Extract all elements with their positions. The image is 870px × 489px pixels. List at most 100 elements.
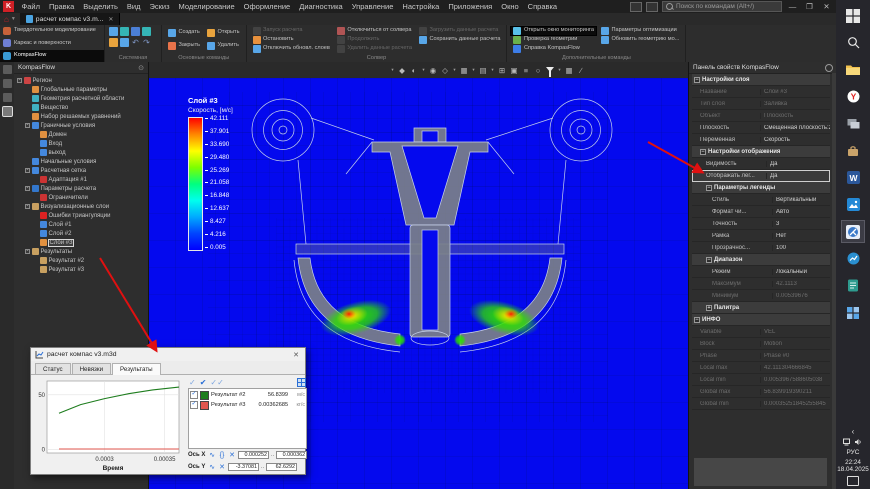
capture-dropdown[interactable]: ▾: [490, 65, 495, 76]
tree-item[interactable]: Слой #2: [14, 229, 148, 238]
tree-item[interactable]: -Регион: [14, 76, 148, 85]
property-row[interactable]: Global max56.839919390211: [692, 386, 830, 398]
ribbon-icon-open-document[interactable]: [120, 27, 129, 36]
ribbon-icon-new-document[interactable]: [109, 27, 118, 36]
taskbar-icon-kompas[interactable]: [841, 220, 865, 243]
menu-item[interactable]: Правка: [44, 2, 78, 11]
taskbar-icon-bag-app[interactable]: [841, 139, 865, 162]
property-section[interactable]: +Палитра: [692, 302, 830, 314]
close-button[interactable]: ✕: [820, 2, 833, 11]
property-value[interactable]: Да: [766, 173, 830, 179]
ribbon-icon-undo[interactable]: ↶: [131, 38, 140, 47]
document-tab[interactable]: расчет компас v3.m... ✕: [20, 13, 121, 25]
gear-icon[interactable]: [825, 64, 833, 72]
property-row[interactable]: Точность3: [692, 218, 830, 230]
tree-expander-icon[interactable]: -: [25, 123, 30, 128]
axis-x-fit-icon[interactable]: ✕: [228, 451, 236, 459]
property-value[interactable]: Авто: [772, 209, 830, 215]
menu-item[interactable]: Моделирование: [174, 2, 239, 11]
ribbon-icon-document-properties[interactable]: [120, 38, 129, 47]
property-value[interactable]: 0.0053967588605038: [760, 377, 830, 383]
axis-y-auto-icon[interactable]: ∿: [208, 463, 216, 471]
property-value[interactable]: 42.1113: [772, 281, 830, 287]
property-value[interactable]: 3: [772, 221, 830, 227]
clipboard-icon[interactable]: ▣: [509, 65, 519, 76]
menu-item[interactable]: Оформление: [239, 2, 295, 11]
ribbon-button-help[interactable]: Справка KompasFlow: [511, 45, 595, 53]
results-chart[interactable]: 0.00030.00035050Время: [33, 377, 185, 474]
orientation-icon[interactable]: ◆: [397, 65, 407, 76]
property-row[interactable]: Global min0.00035251845255845: [692, 398, 830, 410]
section-expander-icon[interactable]: −: [706, 185, 712, 191]
result-row[interactable]: ✓Результат #256.8399м/с: [190, 390, 305, 400]
tree-item[interactable]: Слой #3: [14, 238, 148, 247]
menu-item[interactable]: Окно: [497, 2, 523, 11]
tree-item[interactable]: Глобальные параметры: [14, 85, 148, 94]
property-value[interactable]: Вертикальный: [772, 197, 830, 203]
ribbon-button-layers-update-off[interactable]: Отключить обновл. слоев: [251, 45, 332, 53]
tree-expander-icon[interactable]: -: [25, 186, 30, 191]
ribbon-icon-redo[interactable]: ↷: [142, 38, 151, 47]
ribbon-button-disconnect[interactable]: Отключиться от солвера: [335, 27, 414, 35]
property-section[interactable]: −Диапазон: [692, 254, 830, 266]
property-value[interactable]: Слой #3: [760, 89, 830, 95]
home-button[interactable]: ⌂▼: [0, 13, 20, 25]
property-row[interactable]: Минимум0.00539676: [692, 290, 830, 302]
section-expander-icon[interactable]: −: [700, 149, 706, 155]
property-row[interactable]: РамкаНет: [692, 230, 830, 242]
ribbon-button-delete[interactable]: Удалить: [205, 42, 241, 50]
ribbon-button-monitoring[interactable]: Открыть окно мониторинга: [511, 27, 595, 35]
check-all-icon[interactable]: ✓: [189, 379, 196, 387]
result-checkbox[interactable]: ✓: [190, 391, 198, 399]
ribbon-button-stop[interactable]: Остановить: [251, 36, 332, 44]
property-row[interactable]: PhasePhase #0: [692, 350, 830, 362]
tree-expander-icon[interactable]: -: [25, 168, 30, 173]
mode-tab[interactable]: Каркас и поверхности: [0, 37, 104, 49]
property-section[interactable]: −Настройки слоя: [692, 74, 830, 86]
ribbon-button-geometry-refresh[interactable]: Обновить геометрию мо...: [599, 36, 681, 44]
language-indicator[interactable]: РУС: [846, 449, 859, 456]
layers-visibility-icon[interactable]: ≡: [521, 65, 531, 76]
ribbon-button-create[interactable]: Создать: [166, 29, 202, 37]
tree-item[interactable]: Результат #2: [14, 256, 148, 265]
structure-panel-icon[interactable]: [3, 79, 12, 88]
tree-item[interactable]: Слой #1: [14, 220, 148, 229]
hide-dropdown[interactable]: ▾: [452, 65, 457, 76]
property-value[interactable]: Да: [766, 161, 830, 167]
grid-icon[interactable]: ▦: [564, 65, 574, 76]
shaded-view-icon[interactable]: ◉: [428, 65, 438, 76]
property-value[interactable]: 42.111304666845: [760, 365, 830, 371]
section-dropdown[interactable]: ▾: [471, 65, 476, 76]
tree-item[interactable]: Ограничители: [14, 193, 148, 202]
property-value[interactable]: Нет: [772, 233, 830, 239]
menu-item[interactable]: Эскиз: [145, 2, 174, 11]
menu-item[interactable]: Справка: [523, 2, 561, 11]
filter-icon[interactable]: [545, 65, 555, 76]
menu-item[interactable]: Приложения: [444, 2, 497, 11]
tree-item[interactable]: -Граничные условия: [14, 121, 148, 130]
property-row[interactable]: BlockMotion: [692, 338, 830, 350]
property-row[interactable]: СтильВертикальный: [692, 194, 830, 206]
ribbon-button-geometry-check[interactable]: Проверка геометрии: [511, 36, 595, 44]
taskbar-icon-chart-app[interactable]: [841, 247, 865, 270]
property-row[interactable]: РежимЛокальный: [692, 266, 830, 278]
screen-toggle-icon[interactable]: [646, 2, 658, 12]
axis-y-max-field[interactable]: 62.6292: [266, 463, 297, 471]
scene-settings-icon[interactable]: ○: [533, 65, 543, 76]
network-icon[interactable]: [843, 438, 852, 446]
taskbar-icon-photos[interactable]: [841, 193, 865, 216]
section-expander-icon[interactable]: −: [694, 317, 700, 323]
dialog-close-icon[interactable]: ✕: [291, 351, 301, 359]
taskbar-clock[interactable]: 22:24 18.04.2025: [837, 459, 869, 473]
property-value[interactable]: Плоскость: [760, 113, 830, 119]
volume-icon[interactable]: [854, 438, 862, 446]
taskbar-icon-remote-desktop[interactable]: [841, 112, 865, 135]
menu-item[interactable]: Настройка: [398, 2, 444, 11]
tree-expander-icon[interactable]: -: [17, 78, 22, 83]
tree-item[interactable]: Домен: [14, 130, 148, 139]
property-value[interactable]: VEL: [760, 329, 830, 335]
section-expander-icon[interactable]: −: [706, 257, 712, 263]
ribbon-button-optimization[interactable]: Параметры оптимизации: [599, 27, 681, 35]
section-expander-icon[interactable]: −: [694, 77, 700, 83]
property-row[interactable]: Тип слояЗаливка: [692, 98, 830, 110]
